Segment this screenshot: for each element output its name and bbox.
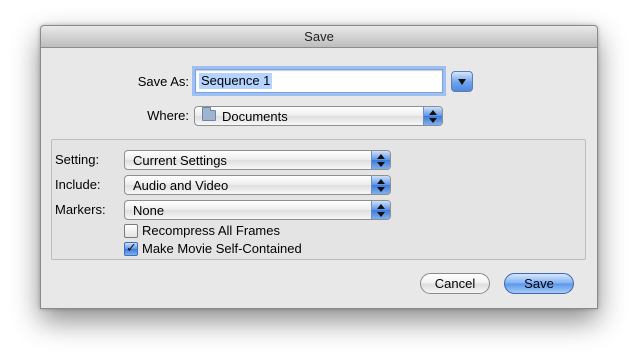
folder-icon: [202, 107, 216, 121]
where-popup[interactable]: Documents: [194, 106, 443, 126]
include-label: Include:: [55, 177, 101, 192]
markers-value: None: [133, 203, 165, 218]
popup-arrows-icon: [371, 151, 390, 169]
setting-popup[interactable]: Current Settings: [124, 150, 391, 170]
self-contained-label[interactable]: Make Movie Self-Contained: [142, 241, 302, 256]
save-as-label: Save As:: [137, 74, 189, 89]
recompress-checkbox[interactable]: [124, 224, 138, 238]
include-value: Audio and Video: [133, 178, 229, 193]
markers-popup[interactable]: None: [124, 200, 391, 220]
save-button[interactable]: Save: [504, 273, 574, 294]
recompress-label[interactable]: Recompress All Frames: [142, 223, 280, 238]
self-contained-checkbox[interactable]: ✓: [124, 240, 138, 256]
popup-arrows-icon: [371, 176, 390, 194]
include-popup[interactable]: Audio and Video: [124, 175, 391, 195]
setting-label: Setting:: [55, 152, 100, 167]
where-label: Where:: [147, 108, 189, 123]
expand-browser-button[interactable]: [451, 71, 473, 92]
popup-arrows-icon: [371, 201, 390, 219]
cancel-button[interactable]: Cancel: [420, 273, 490, 294]
save-as-value: Sequence 1: [199, 73, 273, 89]
checkmark-icon: ✓: [126, 240, 137, 255]
markers-label: Markers:: [55, 202, 106, 217]
dialog-title: Save: [41, 26, 597, 48]
setting-value: Current Settings: [133, 153, 227, 168]
popup-arrows-icon: [423, 107, 442, 125]
save-as-field[interactable]: Sequence 1: [195, 69, 443, 93]
save-dialog: Save Save As: Sequence 1 Where: Document…: [40, 25, 598, 309]
where-value: Documents: [222, 109, 288, 124]
